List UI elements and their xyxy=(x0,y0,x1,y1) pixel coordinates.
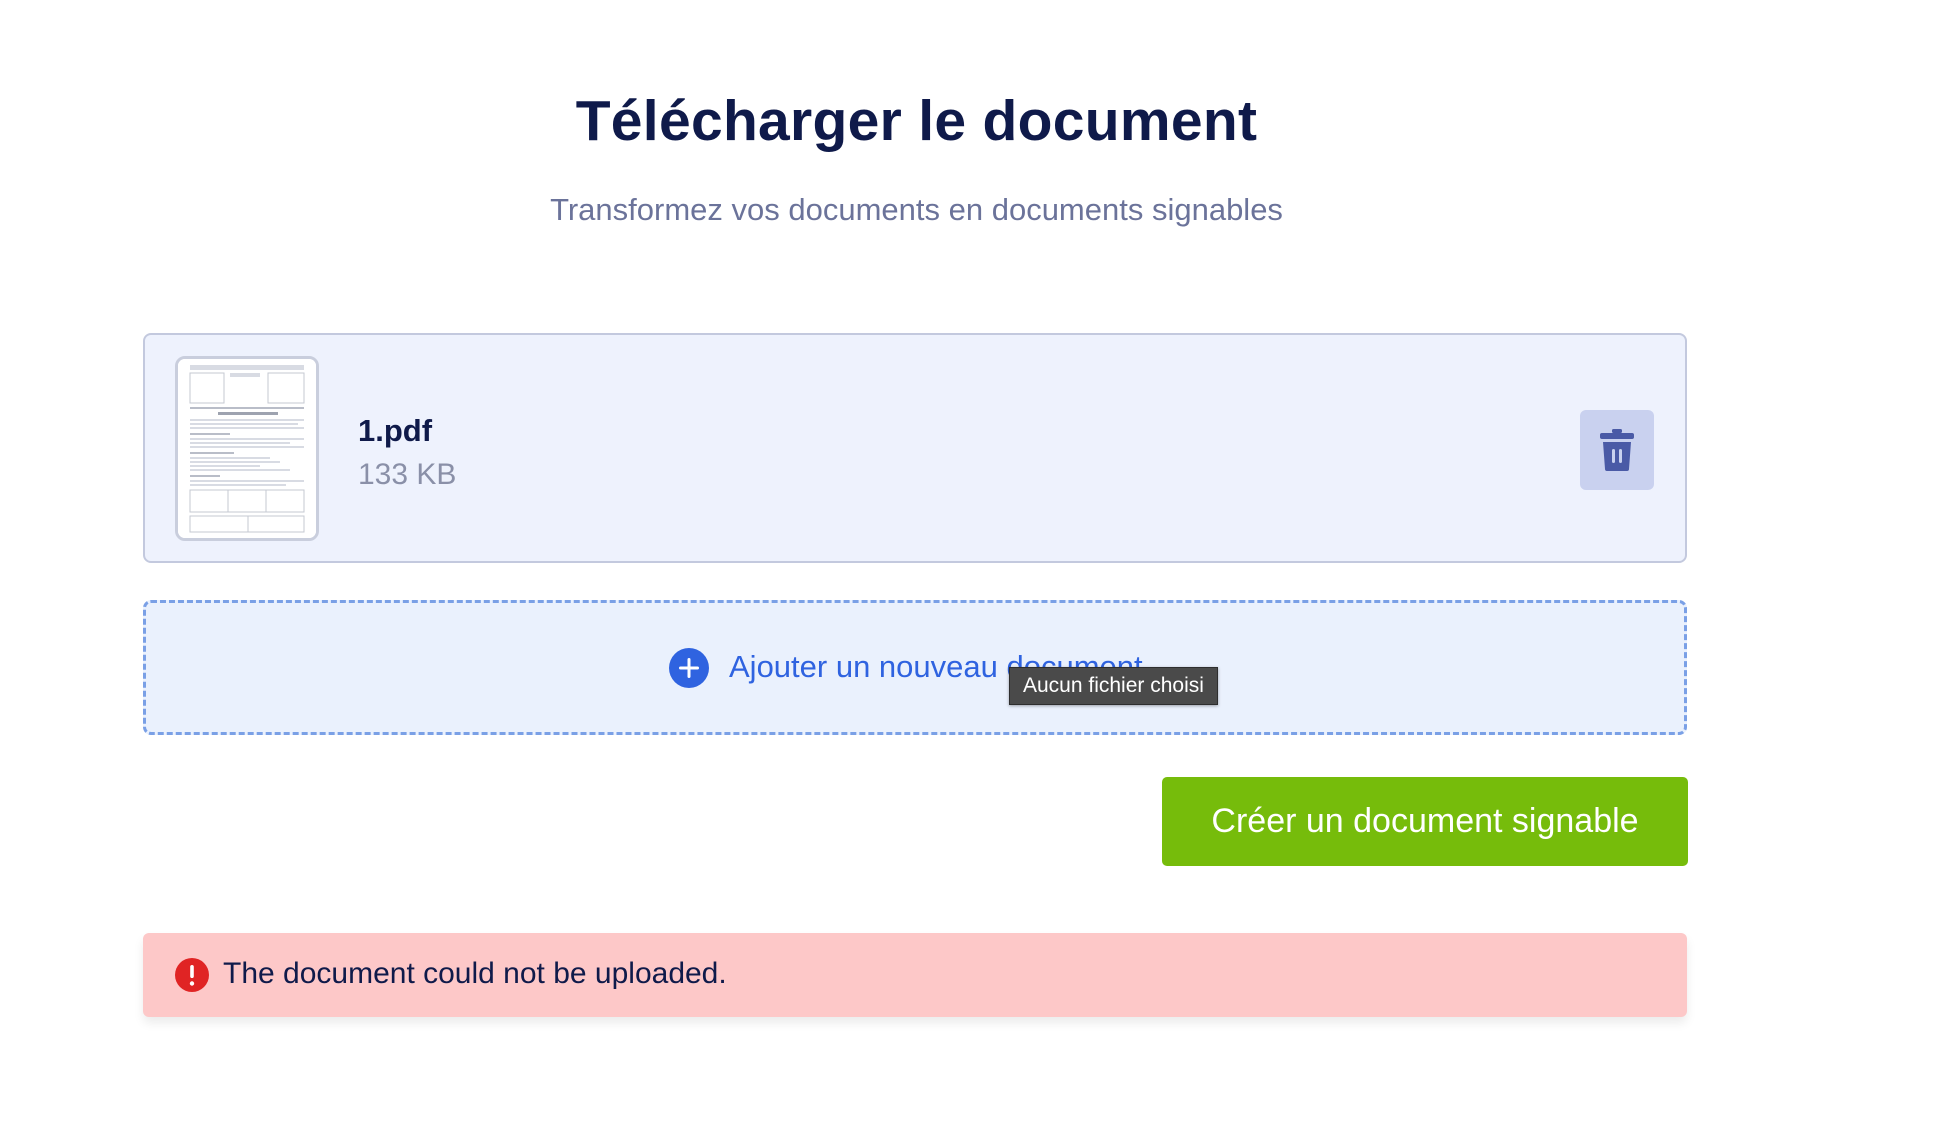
uploaded-file-card: 1.pdf 133 KB xyxy=(143,333,1687,563)
plus-circle-icon xyxy=(669,648,709,688)
file-input-tooltip: Aucun fichier choisi xyxy=(1009,667,1218,705)
error-circle-icon xyxy=(175,958,209,992)
page-title: Télécharger le document xyxy=(575,89,1258,153)
pdf-thumbnail xyxy=(175,356,319,541)
create-signable-document-button[interactable]: Créer un document signable xyxy=(1162,777,1688,866)
pdf-page-thumbnail-icon xyxy=(178,359,316,538)
trash-icon xyxy=(1600,429,1634,471)
file-name: 1.pdf xyxy=(358,413,433,448)
error-alert: The document could not be uploaded. xyxy=(143,933,1687,1017)
upload-page: Télécharger le document Transformez vos … xyxy=(0,0,1944,1128)
add-document-dropzone[interactable]: Ajouter un nouveau document xyxy=(143,600,1687,735)
delete-file-button[interactable] xyxy=(1580,410,1654,490)
error-message: The document could not be uploaded. xyxy=(223,957,727,990)
file-size: 133 KB xyxy=(358,458,457,491)
page-subtitle: Transformez vos documents en documents s… xyxy=(550,192,1283,227)
